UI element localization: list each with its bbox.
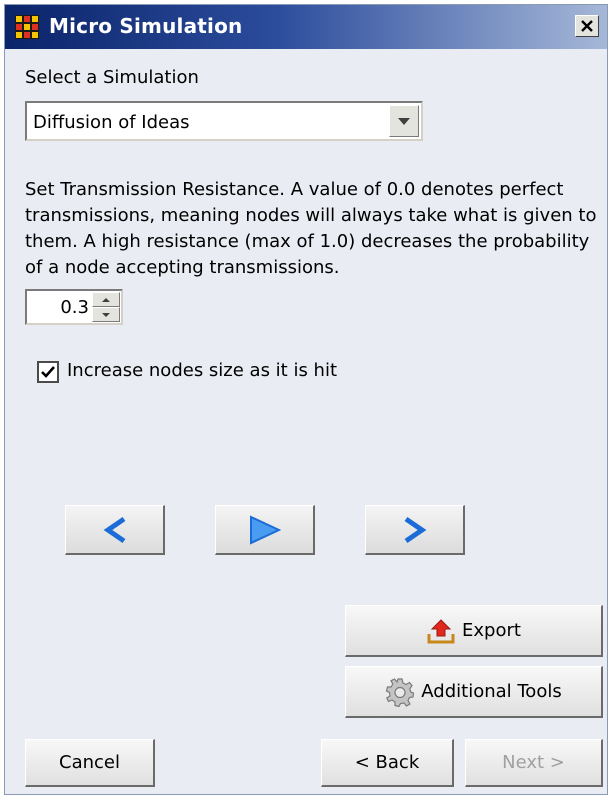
next-label: Next > (502, 752, 565, 773)
select-simulation-label: Select a Simulation (25, 67, 199, 88)
chevron-left-icon (103, 516, 125, 543)
spinner-decrement-button[interactable] (92, 307, 120, 322)
window-title: Micro Simulation (49, 14, 243, 38)
export-label: Export (462, 620, 521, 641)
transmission-resistance-value[interactable]: 0.3 (60, 297, 89, 318)
next-button[interactable]: Next > (465, 739, 603, 787)
spinner-up-icon (102, 297, 110, 302)
simulation-select-value: Diffusion of Ideas (33, 112, 190, 133)
cancel-label: Cancel (59, 752, 120, 773)
simulation-select[interactable]: Diffusion of Ideas (25, 101, 423, 141)
chevron-down-icon (398, 118, 410, 125)
checkmark-icon (41, 366, 55, 378)
increase-node-size-checkbox[interactable] (37, 361, 59, 383)
chevron-right-icon (404, 516, 426, 543)
back-button[interactable]: < Back (321, 739, 454, 787)
play-button[interactable] (215, 505, 315, 555)
increase-node-size-label[interactable]: Increase nodes size as it is hit (67, 360, 337, 381)
spinner-increment-button[interactable] (92, 292, 120, 307)
app-icon (15, 15, 39, 39)
close-button[interactable] (575, 15, 599, 37)
gear-icon (385, 677, 415, 707)
close-icon (581, 20, 593, 32)
transmission-resistance-spinner[interactable]: 0.3 (25, 289, 123, 325)
dropdown-arrow-button[interactable] (389, 105, 419, 137)
additional-tools-button[interactable]: Additional Tools (345, 666, 603, 718)
spinner-down-icon (102, 312, 110, 317)
export-icon (426, 618, 456, 644)
additional-tools-label: Additional Tools (421, 681, 562, 702)
back-label: < Back (354, 752, 420, 773)
transmission-resistance-description: Set Transmission Resistance. A value of … (25, 179, 597, 278)
title-bar[interactable]: Micro Simulation (5, 5, 607, 49)
export-button[interactable]: Export (345, 605, 603, 657)
micro-simulation-window: Micro Simulation Select a Simulation Dif… (4, 4, 608, 795)
play-icon (249, 514, 281, 545)
step-back-button[interactable] (65, 505, 165, 555)
step-forward-button[interactable] (365, 505, 465, 555)
cancel-button[interactable]: Cancel (25, 739, 155, 787)
